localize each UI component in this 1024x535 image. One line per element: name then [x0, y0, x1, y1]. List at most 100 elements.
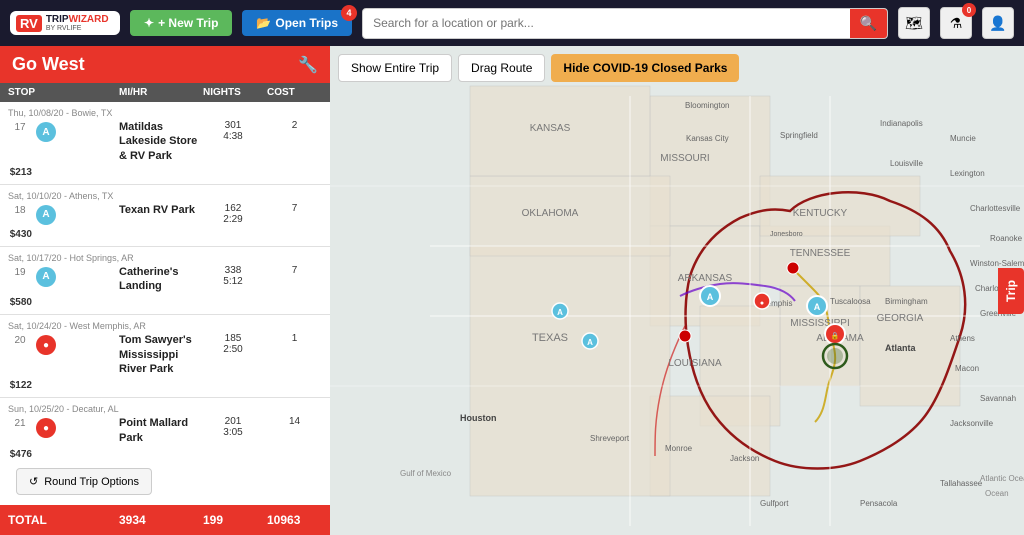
col-empty: [36, 87, 115, 98]
stop-miles: 201: [203, 416, 263, 427]
svg-text:Kansas City: Kansas City: [686, 134, 729, 143]
svg-text:Bloomington: Bloomington: [685, 101, 729, 110]
list-item[interactable]: Thu, 10/08/20 - Bowie, TX 17 A Matildas …: [0, 102, 330, 185]
stop-name: Tom Sawyer's Mississippi River Park: [119, 333, 199, 376]
stop-row: 19 A Catherine's Landing 338 5:12 7 $580: [8, 265, 322, 309]
svg-text:Atlanta: Atlanta: [885, 343, 916, 353]
stop-icon-red: ●: [36, 418, 56, 438]
stop-nights: 7: [267, 203, 322, 214]
svg-text:KANSAS: KANSAS: [530, 123, 571, 134]
layers-icon: 🗺: [905, 15, 923, 32]
totals-nights: 199: [203, 513, 263, 527]
round-trip-button[interactable]: ↺ Round Trip Options: [16, 468, 152, 495]
svg-text:A: A: [557, 308, 563, 317]
trip-tab[interactable]: Trip: [998, 267, 1024, 313]
sidebar-title-bar: Go West 🔧: [0, 46, 330, 83]
stop-row: 18 A Texan RV Park 162 2:29 7 $430: [8, 203, 322, 240]
user-button[interactable]: 👤: [982, 7, 1014, 39]
col-cost: COST: [267, 87, 322, 98]
svg-text:Savannah: Savannah: [980, 394, 1016, 403]
stop-nights: 2: [267, 120, 322, 131]
stop-hours: 3:05: [203, 427, 263, 438]
header: RV TRIPWIZARD BY RVLIFE ✦ + New Trip 📂 O…: [0, 0, 1024, 46]
totals-label: TOTAL: [8, 513, 115, 527]
open-trips-badge: 4: [341, 5, 357, 21]
search-button[interactable]: 🔍: [850, 9, 887, 38]
sidebar: Go West 🔧 STOP MI/HR NIGHTS COST Thu, 10…: [0, 46, 330, 535]
list-item[interactable]: Sun, 10/25/20 - Decatur, AL 21 ● Point M…: [0, 398, 330, 458]
svg-text:Tallahassee: Tallahassee: [940, 479, 983, 488]
svg-text:Houston: Houston: [460, 413, 497, 423]
show-entire-trip-button[interactable]: Show Entire Trip: [338, 54, 452, 82]
stop-date: Sun, 10/25/20 - Decatur, AL: [8, 404, 322, 414]
stop-number: 18: [8, 203, 32, 216]
stop-date: Sat, 10/24/20 - West Memphis, AR: [8, 321, 322, 331]
stop-date: Thu, 10/08/20 - Bowie, TX: [8, 108, 322, 118]
svg-text:Roanoke: Roanoke: [990, 234, 1023, 243]
totals-cost: 10963: [267, 513, 322, 527]
svg-text:Jonesboro: Jonesboro: [770, 231, 803, 238]
svg-text:A: A: [707, 292, 714, 302]
list-item[interactable]: Sat, 10/10/20 - Athens, TX 18 A Texan RV…: [0, 185, 330, 247]
svg-text:Gulfport: Gulfport: [760, 499, 789, 508]
open-trips-button[interactable]: 📂 Open Trips 4: [242, 10, 352, 36]
stop-icon-waypoint: A: [36, 122, 56, 142]
col-nights: NIGHTS: [203, 87, 263, 98]
stop-number: 21: [8, 416, 32, 429]
stop-nights: 1: [267, 333, 322, 344]
svg-text:Macon: Macon: [955, 364, 979, 373]
main-content: Go West 🔧 STOP MI/HR NIGHTS COST Thu, 10…: [0, 46, 1024, 535]
filter-button[interactable]: ⚗ 0: [940, 7, 972, 39]
svg-text:A: A: [814, 302, 821, 312]
stop-hours: 2:50: [203, 344, 263, 355]
new-trip-button[interactable]: ✦ + New Trip: [130, 10, 232, 36]
col-mi-hr: MI/HR: [119, 87, 199, 98]
svg-text:Tuscaloosa: Tuscaloosa: [830, 297, 871, 306]
stop-miles: 185: [203, 333, 263, 344]
drag-route-button[interactable]: Drag Route: [458, 54, 545, 82]
sidebar-title: Go West: [12, 54, 85, 75]
svg-text:LOUISIANA: LOUISIANA: [668, 358, 722, 369]
stop-hours: 4:38: [203, 131, 263, 142]
stop-cost: $476: [8, 449, 32, 458]
stop-miles: 338: [203, 265, 263, 276]
stop-nights: 7: [267, 265, 322, 276]
round-trip-label: Round Trip Options: [44, 476, 139, 488]
stop-row: 21 ● Point Mallard Park 201 3:05 14 $476: [8, 416, 322, 458]
svg-text:Ocean: Ocean: [985, 489, 1009, 498]
svg-text:Gulf of Mexico: Gulf of Mexico: [400, 469, 452, 478]
stop-row: 20 ● Tom Sawyer's Mississippi River Park…: [8, 333, 322, 391]
svg-text:Pensacola: Pensacola: [860, 499, 898, 508]
map-toolbar: Show Entire Trip Drag Route Hide COVID-1…: [338, 54, 739, 82]
filter-icon: ⚗: [950, 15, 963, 32]
svg-text:🔒: 🔒: [831, 332, 840, 340]
svg-text:GEORGIA: GEORGIA: [877, 313, 924, 324]
stop-hours: 5:12: [203, 276, 263, 287]
totals-mi: 3934: [119, 513, 199, 527]
hide-covid-button[interactable]: Hide COVID-19 Closed Parks: [551, 54, 739, 82]
stop-cost: $213: [8, 167, 32, 178]
layers-button[interactable]: 🗺: [898, 7, 930, 39]
stop-icon-red: ●: [36, 335, 56, 355]
stops-list: Thu, 10/08/20 - Bowie, TX 17 A Matildas …: [0, 102, 330, 458]
list-item[interactable]: Sat, 10/24/20 - West Memphis, AR 20 ● To…: [0, 315, 330, 398]
svg-text:A: A: [587, 338, 593, 347]
svg-text:Jackson: Jackson: [730, 454, 759, 463]
stop-nights: 14: [267, 416, 322, 427]
stop-number: 19: [8, 265, 32, 278]
map-area[interactable]: Show Entire Trip Drag Route Hide COVID-1…: [330, 46, 1024, 535]
stop-icon-waypoint: A: [36, 205, 56, 225]
user-icon: 👤: [989, 15, 1006, 32]
search-icon: 🔍: [860, 15, 877, 31]
settings-icon[interactable]: 🔧: [298, 55, 318, 75]
stop-miles: 301: [203, 120, 263, 131]
stop-number: 17: [8, 120, 32, 133]
totals-bar: TOTAL 3934 199 10963: [0, 505, 330, 535]
search-input[interactable]: [363, 10, 850, 36]
search-bar[interactable]: 🔍: [362, 8, 888, 39]
stop-cost: $580: [8, 297, 32, 308]
list-item[interactable]: Sat, 10/17/20 - Hot Springs, AR 19 A Cat…: [0, 247, 330, 316]
logo-sub-text: BY RVLIFE: [46, 25, 109, 32]
logo: RV TRIPWIZARD BY RVLIFE: [10, 11, 120, 35]
svg-text:Indianapolis: Indianapolis: [880, 119, 923, 128]
